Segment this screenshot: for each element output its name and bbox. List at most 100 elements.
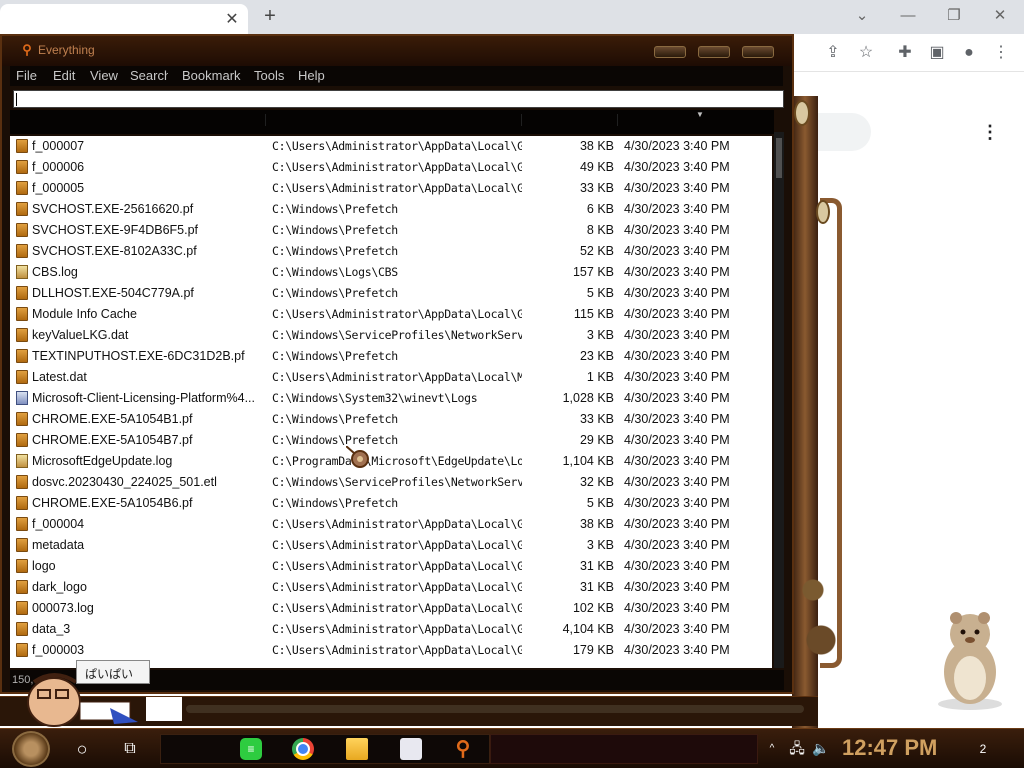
file-file-icon [16, 370, 28, 384]
table-row[interactable]: 000073.log C:\Users\Administrator\AppData… [10, 598, 772, 619]
file-file-icon [16, 559, 28, 573]
file-file-icon [16, 349, 28, 363]
minimize-icon[interactable]: — [898, 6, 918, 26]
file-explorer-icon[interactable] [346, 738, 368, 760]
browser-tab[interactable]: ✕ [0, 4, 248, 34]
clock[interactable]: 12:47 PM [842, 735, 937, 761]
tab-search-icon[interactable]: ⌄ [852, 6, 872, 26]
file-file-icon [16, 286, 28, 300]
snipping-tool-icon[interactable] [400, 738, 422, 760]
menu-bar: File Edit View Search Bookmark Tools Hel… [10, 66, 783, 86]
file-file-icon [16, 601, 28, 615]
puzzle-icon[interactable]: ✚ [894, 42, 916, 64]
log-file-icon [16, 265, 28, 279]
menu-search[interactable]: Search [130, 68, 168, 83]
table-row[interactable]: SVCHOST.EXE-9F4DB6F5.pf C:\Windows\Prefet… [10, 220, 772, 241]
table-row[interactable]: f_000005 C:\Users\Administrator\AppData\L… [10, 178, 772, 199]
table-row[interactable]: SVCHOST.EXE-8102A33C.pf C:\Windows\Prefet… [10, 241, 772, 262]
menu-edit[interactable]: Edit [53, 68, 75, 83]
file-size: 5 KB [586, 286, 614, 300]
menu-help[interactable]: Help [298, 68, 325, 83]
file-path: C:\ProgramData\Microsoft\EdgeUpdate\Log [272, 454, 522, 468]
table-row[interactable]: DLLHOST.EXE-504C779A.pf C:\Windows\Prefet… [10, 283, 772, 304]
horizontal-scrollbar[interactable] [186, 705, 804, 713]
table-row[interactable]: f_000004 C:\Users\Administrator\AppData\L… [10, 514, 772, 535]
file-date: 4/30/2023 3:40 PM [624, 160, 730, 174]
table-row[interactable]: TEXTINPUTHOST.EXE-6DC31D2B.pf C:\Windows\… [10, 346, 772, 367]
sidepanel-icon[interactable]: ▣ [926, 42, 948, 64]
file-path: C:\Users\Administrator\AppData\Local\G..… [272, 538, 522, 552]
table-row[interactable]: CHROME.EXE-5A1054B7.pf C:\Windows\Prefetc… [10, 430, 772, 451]
table-row[interactable]: dark_logo C:\Users\Administrator\AppData\… [10, 577, 772, 598]
file-date: 4/30/2023 3:40 PM [624, 517, 730, 531]
table-row[interactable]: f_000003 C:\Users\Administrator\AppData\L… [10, 640, 772, 661]
file-path: C:\Windows\Prefetch [272, 349, 398, 363]
kebab-icon[interactable]: ⋮ [990, 42, 1012, 64]
everything-app-icon[interactable]: ⚲ [452, 738, 474, 760]
chrome-icon[interactable] [292, 738, 314, 760]
close-window-icon[interactable]: ✕ [990, 6, 1010, 26]
file-name: f_000007 [32, 139, 85, 153]
table-row[interactable]: SVCHOST.EXE-25616620.pf C:\Windows\Prefet… [10, 199, 772, 220]
search-input[interactable] [13, 90, 784, 108]
menu-tools[interactable]: Tools [254, 68, 284, 83]
file-name: metadata [32, 538, 85, 552]
table-row[interactable]: keyValueLKG.dat C:\Windows\ServiceProfile… [10, 325, 772, 346]
cortana-icon[interactable]: ○ [72, 739, 92, 759]
menu-view[interactable]: View [90, 68, 118, 83]
task-view-icon[interactable]: ⧉ [120, 739, 140, 759]
table-row[interactable]: f_000007 C:\Users\Administrator\AppData\L… [10, 136, 772, 157]
table-row[interactable]: data_3 C:\Users\Administrator\AppData\Loc… [10, 619, 772, 640]
file-date: 4/30/2023 3:40 PM [624, 370, 730, 384]
table-row[interactable]: logo C:\Users\Administrator\AppData\Local… [10, 556, 772, 577]
table-row[interactable]: Module Info Cache C:\Users\Administrator\… [10, 304, 772, 325]
file-path: C:\Users\Administrator\AppData\Local\G..… [272, 139, 522, 153]
table-row[interactable]: CHROME.EXE-5A1054B6.pf C:\Windows\Prefetc… [10, 493, 772, 514]
table-row[interactable]: metadata C:\Users\Administrator\AppData\L… [10, 535, 772, 556]
header-name[interactable] [10, 114, 266, 126]
taskbar: ○ ⧉ ≡ ⚲ ^ 🖧 🔈 12:47 PM 2 [0, 728, 1024, 768]
header-size[interactable] [522, 114, 618, 126]
file-path: C:\Windows\Prefetch [272, 496, 398, 510]
new-tab-icon[interactable]: + [260, 6, 280, 26]
sticky-notes-icon[interactable]: ≡ [240, 738, 262, 760]
restore-icon[interactable]: ❐ [944, 6, 964, 26]
network-icon[interactable]: 🖧 [788, 739, 806, 757]
file-date: 4/30/2023 3:40 PM [624, 538, 730, 552]
maximize-button[interactable] [698, 46, 730, 58]
file-path: C:\Users\Administrator\AppData\Local\G..… [272, 559, 522, 573]
table-row[interactable]: f_000006 C:\Users\Administrator\AppData\L… [10, 157, 772, 178]
file-file-icon [16, 475, 28, 489]
file-path: C:\Users\Administrator\AppData\Local\G..… [272, 517, 522, 531]
search-pill[interactable] [815, 113, 871, 151]
taskbar-slot-active [490, 734, 758, 764]
lower-panel-blank [146, 697, 182, 721]
menu-bookmark[interactable]: Bookmark [182, 68, 241, 83]
header-path[interactable] [266, 114, 522, 126]
table-row[interactable]: CBS.log C:\Windows\Logs\CBS 157 KB 4/30/202… [10, 262, 772, 283]
share-icon[interactable]: ⇪ [822, 42, 844, 64]
table-row[interactable]: dosvc.20230430_224025_501.etl C:\Windows\… [10, 472, 772, 493]
star-icon[interactable]: ☆ [855, 42, 877, 64]
file-path: C:\Windows\Logs\CBS [272, 265, 398, 279]
notification-icon[interactable]: 2 [972, 739, 994, 759]
menu-file[interactable]: File [16, 68, 37, 83]
minimize-button[interactable] [654, 46, 686, 58]
table-row[interactable]: Microsoft-Client-Licensing-Platform%4...… [10, 388, 772, 409]
start-button[interactable] [12, 731, 50, 767]
tray-expand-icon[interactable]: ^ [766, 741, 778, 757]
close-button[interactable] [742, 46, 774, 58]
everything-titlebar[interactable]: ⚲ Everything [2, 36, 792, 66]
vertical-scrollbar[interactable] [774, 132, 784, 668]
tab-close-icon[interactable]: ✕ [224, 12, 240, 28]
table-row[interactable]: Latest.dat C:\Users\Administrator\AppData… [10, 367, 772, 388]
file-size: 4,104 KB [562, 622, 614, 636]
profile-icon[interactable]: ● [958, 42, 980, 64]
table-row[interactable]: MicrosoftEdgeUpdate.log C:\ProgramData\Mi… [10, 451, 772, 472]
file-path: C:\Windows\Prefetch [272, 223, 398, 237]
volume-muted-icon[interactable]: 🔈 [812, 739, 830, 757]
page-menu-icon[interactable]: ⋮ [980, 120, 1000, 144]
table-row[interactable]: CHROME.EXE-5A1054B1.pf C:\Windows\Prefetc… [10, 409, 772, 430]
file-file-icon [16, 412, 28, 426]
scrollbar-thumb[interactable] [776, 138, 782, 178]
